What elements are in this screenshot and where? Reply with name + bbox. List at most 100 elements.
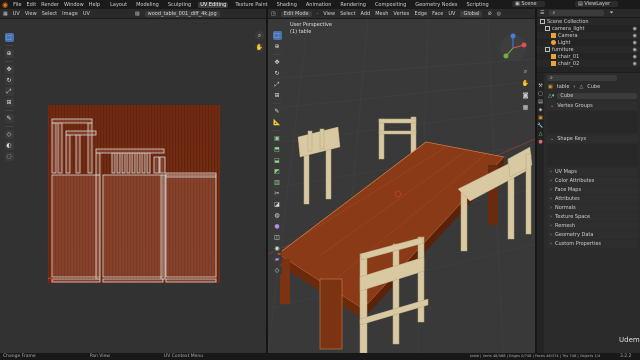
smooth-tool-icon[interactable]: ●	[272, 222, 282, 231]
tab-shading[interactable]: Shading	[275, 2, 299, 8]
panel-geometry-data[interactable]: › Geometry Data	[547, 231, 638, 239]
uv-texture-canvas[interactable]	[48, 105, 220, 283]
panel-normals[interactable]: › Normals	[547, 204, 638, 212]
outliner-row-light[interactable]: Light ◉	[537, 39, 640, 46]
move-tool-icon[interactable]: ✥	[4, 65, 14, 74]
tab-modeling[interactable]: Modeling	[134, 2, 161, 8]
material-tab-icon[interactable]: ●	[538, 139, 542, 145]
tab-uv-editing[interactable]: UV Editing	[198, 1, 229, 8]
menu-add[interactable]: Add	[361, 11, 371, 17]
bevel-tool-icon[interactable]: ◩	[272, 167, 282, 176]
menu-vertex[interactable]: Vertex	[393, 11, 409, 17]
eye-icon[interactable]: ◉	[633, 26, 637, 32]
menu-window[interactable]: Window	[64, 2, 84, 8]
mesh-data-tab-icon[interactable]: △	[539, 131, 543, 137]
object-tab-icon[interactable]: ▣	[538, 115, 543, 121]
tab-geometry-nodes[interactable]: Geometry Nodes	[413, 2, 459, 8]
tab-scripting[interactable]: Scripting	[464, 2, 490, 8]
menu-render[interactable]: Render	[41, 2, 59, 8]
measure-tool-icon[interactable]: 📐	[272, 118, 282, 127]
camera-view-icon[interactable]: ◙	[521, 91, 530, 100]
grid-view-icon[interactable]: ▦	[521, 103, 530, 112]
transform-orientation[interactable]: Global	[460, 10, 483, 17]
blender-logo-icon[interactable]: ◉	[2, 1, 8, 9]
mode-selector[interactable]: Edit Mode	[280, 10, 312, 17]
inset-tool-icon[interactable]: ⬓	[272, 156, 282, 165]
panel-custom-properties[interactable]: › Custom Properties	[547, 240, 638, 248]
panel-uv-maps[interactable]: › UV Maps	[547, 168, 638, 176]
transform-tool-icon[interactable]: ⊞	[4, 98, 14, 107]
mesh-name-field[interactable]: Cube	[557, 93, 637, 99]
tab-layout[interactable]: Layout	[108, 2, 129, 8]
menu-file[interactable]: File	[13, 2, 21, 8]
view-layer-selector[interactable]: ▤ ViewLayer	[575, 1, 619, 7]
image-name-field[interactable]: wood_table_001_diff_4k.jpg	[144, 10, 220, 17]
select-box-tool-icon[interactable]: ⬚	[272, 31, 282, 40]
eye-icon[interactable]: ◉	[633, 61, 637, 67]
scene-tab-icon[interactable]: ◈	[539, 107, 543, 113]
zoom-icon[interactable]: ⌕	[521, 67, 530, 76]
filter-icon[interactable]: ⏷	[609, 10, 613, 16]
shape-keys-list[interactable]	[547, 144, 638, 166]
eye-icon[interactable]: ◉	[633, 54, 637, 60]
vertex-groups-list[interactable]	[547, 111, 638, 133]
annotate-tool-icon[interactable]: ✎	[272, 107, 282, 116]
panel-vertex-groups[interactable]: ⌄ Vertex Groups	[547, 102, 638, 110]
pan-hand-icon[interactable]: ✋	[521, 79, 530, 88]
uv-image-menu[interactable]: Image	[62, 11, 78, 17]
cursor-tool-icon[interactable]: ⊕	[4, 49, 14, 58]
outliner-row-camera-light[interactable]: camera_light ◉	[537, 25, 640, 32]
spin-tool-icon[interactable]: ◍	[272, 211, 282, 220]
navigation-gizmo[interactable]	[498, 33, 528, 63]
menu-help[interactable]: Help	[89, 2, 100, 8]
properties-search[interactable]: ⌕	[547, 74, 617, 81]
menu-view[interactable]: View	[323, 11, 335, 17]
tab-rendering[interactable]: Rendering	[338, 2, 368, 8]
outliner-row-camera[interactable]: Camera ◉	[537, 32, 640, 39]
menu-mesh[interactable]: Mesh	[375, 11, 388, 17]
editor-type-icon[interactable]: ☰	[540, 10, 544, 16]
select-box-tool-icon[interactable]: ⬚	[4, 33, 14, 42]
panel-face-maps[interactable]: › Face Maps	[547, 186, 638, 194]
zoom-icon[interactable]: ⌕	[255, 31, 264, 40]
panel-shape-keys[interactable]: ⌄ Shape Keys	[547, 135, 638, 143]
uv-select-menu[interactable]: Select	[42, 11, 57, 17]
move-tool-icon[interactable]: ✥	[272, 58, 282, 67]
uv-view-menu[interactable]: View	[25, 11, 37, 17]
knife-tool-icon[interactable]: ✂	[272, 189, 282, 198]
proportional-icon[interactable]: ◎	[497, 11, 501, 17]
editor-type-icon[interactable]: ◳	[271, 11, 276, 17]
cursor-tool-icon[interactable]: ⊕	[272, 42, 282, 51]
pan-hand-icon[interactable]: ✋	[255, 43, 264, 52]
uv-uv-menu[interactable]: UV	[83, 11, 90, 17]
output-tab-icon[interactable]: ▤	[538, 99, 543, 105]
rip-tool-icon[interactable]: ◇	[272, 266, 282, 275]
panel-remesh[interactable]: › Remesh	[547, 222, 638, 230]
rotate-tool-icon[interactable]: ↻	[272, 69, 282, 78]
uv-mode-menu[interactable]: UV	[13, 11, 20, 17]
tab-texture-paint[interactable]: Texture Paint	[233, 2, 269, 8]
panel-color-attributes[interactable]: › Color Attributes	[547, 177, 638, 185]
tab-animation[interactable]: Animation	[304, 2, 334, 8]
transform-tool-icon[interactable]: ⊞	[272, 91, 282, 100]
scene-selector[interactable]: ▣ Scene	[512, 1, 545, 7]
outliner-row-chair-01[interactable]: chair_01 ◉	[537, 53, 640, 60]
rotate-tool-icon[interactable]: ↻	[4, 76, 14, 85]
vertex-select-icon[interactable]: ·	[317, 11, 319, 17]
outliner-row-chair-02[interactable]: chair_02 ◉	[537, 60, 640, 67]
x-axis-icon[interactable]	[521, 42, 527, 48]
menu-edge[interactable]: Edge	[414, 11, 427, 17]
rip-tool-icon[interactable]: ◇	[4, 130, 14, 139]
tab-compositing[interactable]: Compositing	[373, 2, 408, 8]
eye-icon[interactable]: ◉	[633, 33, 637, 39]
mesh-browse-icon[interactable]: △▾	[548, 93, 554, 99]
eye-icon[interactable]: ◉	[633, 40, 637, 46]
tool-tab-icon[interactable]: ⚒	[538, 83, 542, 89]
annotate-tool-icon[interactable]: ✎	[4, 114, 14, 123]
viewport-scene[interactable]	[268, 19, 535, 353]
menu-face[interactable]: Face	[432, 11, 443, 17]
breadcrumb-object[interactable]: table	[557, 84, 570, 90]
relax-tool-icon[interactable]: ◌	[4, 152, 14, 161]
extrude-tool-icon[interactable]: ⬒	[272, 145, 282, 154]
y-axis-icon[interactable]	[503, 53, 509, 59]
